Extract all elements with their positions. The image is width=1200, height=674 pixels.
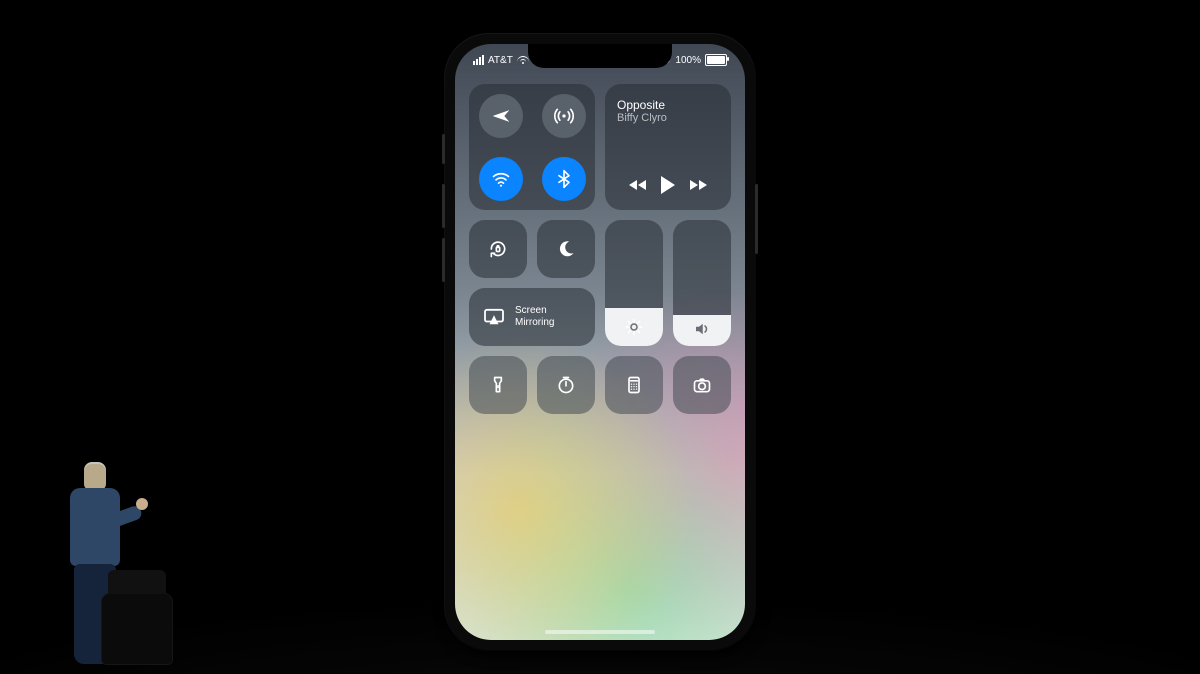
carrier-label: AT&T: [488, 55, 513, 66]
screen-mirroring-button[interactable]: Screen Mirroring: [469, 288, 595, 346]
wifi-toggle[interactable]: [479, 157, 523, 201]
home-indicator[interactable]: [545, 630, 655, 634]
calculator-icon: [624, 375, 644, 395]
wifi-icon: [517, 56, 529, 64]
timer-button[interactable]: [537, 356, 595, 414]
side-button: [755, 184, 758, 254]
moon-icon: [556, 239, 576, 259]
timer-icon: [556, 375, 576, 395]
rewind-icon: [638, 180, 646, 190]
signal-icon: [473, 55, 484, 65]
next-track-button[interactable]: [690, 180, 707, 190]
mute-switch: [442, 134, 445, 164]
fast-forward-icon: [690, 180, 698, 190]
do-not-disturb-toggle[interactable]: [537, 220, 595, 278]
podium: [102, 594, 172, 664]
play-button[interactable]: [661, 176, 675, 194]
calculator-button[interactable]: [605, 356, 663, 414]
airplane-icon: [491, 106, 511, 126]
flashlight-icon: [488, 375, 508, 395]
screen-mirroring-label: Screen Mirroring: [515, 305, 554, 329]
flashlight-button[interactable]: [469, 356, 527, 414]
display-notch: [528, 44, 672, 68]
volume-down-button: [442, 238, 445, 282]
fast-forward-icon: [699, 180, 707, 190]
bluetooth-icon: [554, 169, 574, 189]
phone-screen: AT&T 100%: [455, 44, 745, 640]
camera-icon: [692, 375, 712, 395]
screen-mirroring-icon: [483, 308, 505, 326]
track-artist: Biffy Clyro: [617, 112, 719, 124]
wifi-icon: [491, 169, 511, 189]
volume-slider[interactable]: [673, 220, 731, 346]
battery-icon: [705, 54, 727, 66]
bluetooth-toggle[interactable]: [542, 157, 586, 201]
speaker-icon: [693, 320, 711, 338]
control-center: Opposite Biffy Clyro: [469, 84, 731, 414]
rewind-icon: [629, 180, 637, 190]
track-title: Opposite: [617, 98, 719, 112]
sun-icon: [625, 318, 643, 336]
cellular-data-toggle[interactable]: [542, 94, 586, 138]
volume-up-button: [442, 184, 445, 228]
orientation-lock-toggle[interactable]: [469, 220, 527, 278]
airplane-mode-toggle[interactable]: [479, 94, 523, 138]
orientation-lock-icon: [488, 239, 508, 259]
camera-button[interactable]: [673, 356, 731, 414]
brightness-slider[interactable]: [605, 220, 663, 346]
iphone-device: AT&T 100%: [445, 34, 755, 650]
previous-track-button[interactable]: [629, 180, 646, 190]
now-playing-panel[interactable]: Opposite Biffy Clyro: [605, 84, 731, 210]
connectivity-panel[interactable]: [469, 84, 595, 210]
battery-percent-label: 100%: [675, 55, 701, 66]
cellular-icon: [554, 106, 574, 126]
